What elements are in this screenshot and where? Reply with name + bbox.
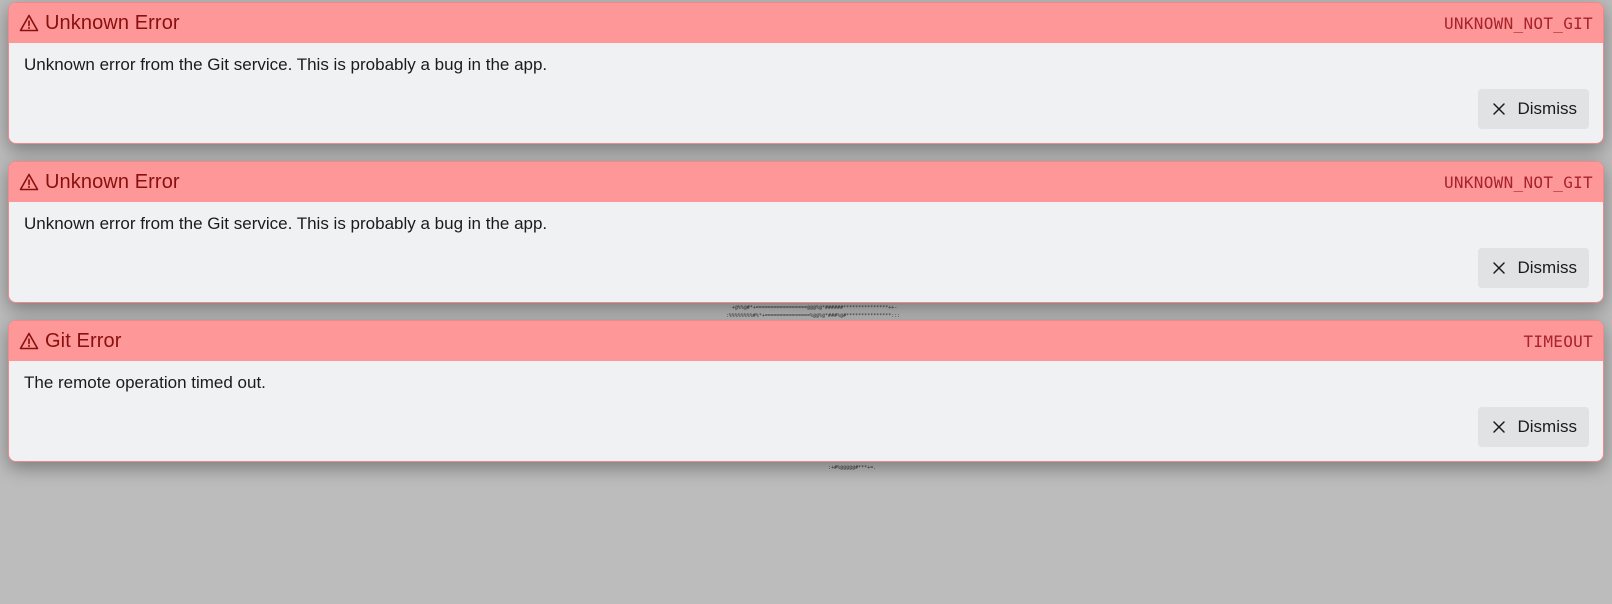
dismiss-label: Dismiss (1517, 417, 1578, 436)
error-toast-3: Git Error TIMEOUT The remote operation t… (8, 320, 1604, 462)
dismiss-button[interactable]: Dismiss (1477, 248, 1589, 288)
dismiss-button[interactable]: Dismiss (1477, 89, 1589, 129)
toast-message: The remote operation timed out. (24, 373, 266, 392)
toast-title: Unknown Error (45, 170, 180, 193)
error-code: UNKNOWN_NOT_GIT (1444, 13, 1593, 33)
dismiss-button[interactable]: Dismiss (1477, 407, 1589, 447)
toast-message: Unknown error from the Git service. This… (24, 214, 548, 233)
toast-header: Unknown Error UNKNOWN_NOT_GIT (9, 162, 1603, 202)
error-toast-1: Unknown Error UNKNOWN_NOT_GIT Unknown er… (8, 2, 1604, 144)
close-icon (1492, 421, 1505, 433)
toast-actions: Dismiss (9, 242, 1603, 288)
warning-triangle-icon (19, 173, 39, 191)
toast-header: Unknown Error UNKNOWN_NOT_GIT (9, 3, 1603, 43)
toast-actions: Dismiss (9, 401, 1603, 447)
dismiss-label: Dismiss (1517, 258, 1578, 277)
toast-message: Unknown error from the Git service. This… (24, 55, 548, 74)
toast-header: Git Error TIMEOUT (9, 321, 1603, 361)
toast-actions: Dismiss (9, 83, 1603, 129)
error-code: TIMEOUT (1523, 331, 1593, 351)
dismiss-label: Dismiss (1517, 99, 1578, 118)
toast-title: Unknown Error (45, 11, 180, 34)
close-icon (1492, 262, 1505, 274)
warning-triangle-icon (19, 332, 39, 350)
close-icon (1492, 103, 1505, 115)
error-toast-2: Unknown Error UNKNOWN_NOT_GIT Unknown er… (8, 161, 1604, 303)
warning-triangle-icon (19, 14, 39, 32)
error-code: UNKNOWN_NOT_GIT (1444, 172, 1593, 192)
toast-title: Git Error (45, 329, 122, 352)
